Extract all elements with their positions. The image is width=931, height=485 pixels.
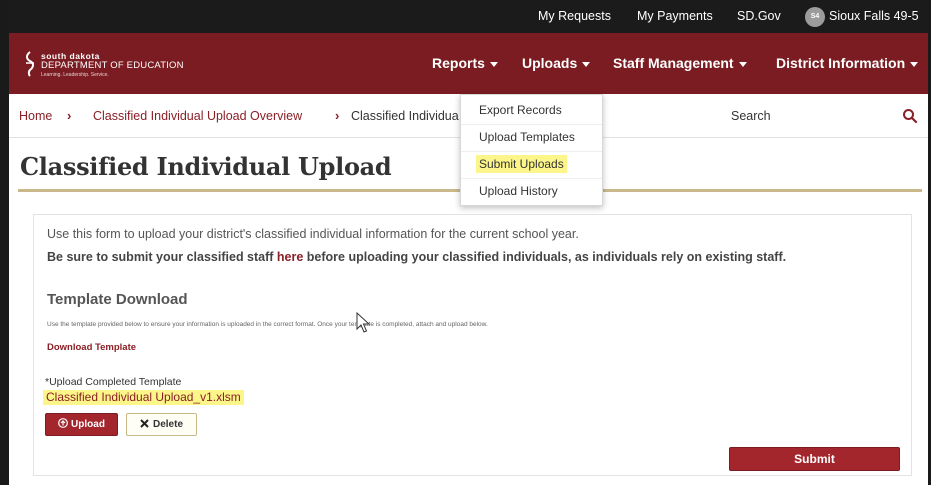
delete-button-label: Delete <box>152 419 183 430</box>
nav-district-information[interactable]: District Information <box>776 33 919 94</box>
close-icon <box>140 419 149 428</box>
delete-button[interactable]: Delete <box>126 413 197 436</box>
download-template-link[interactable]: Download Template <box>47 342 136 353</box>
staff-note: Be sure to submit your classified staff … <box>47 250 786 264</box>
sd-gov-link[interactable]: SD.Gov <box>737 0 781 33</box>
avatar: S4 <box>805 7 825 27</box>
menu-item-upload-history[interactable]: Upload History <box>461 178 602 204</box>
search-box <box>723 104 923 128</box>
upload-template-label: *Upload Completed Template <box>45 376 181 388</box>
nav-uploads[interactable]: Uploads <box>522 33 591 94</box>
upload-arrow-icon <box>58 418 68 428</box>
breadcrumb-separator-icon: › <box>335 108 340 123</box>
menu-item-export-records[interactable]: Export Records <box>461 97 602 123</box>
menu-item-label: Submit Uploads <box>476 155 567 173</box>
nav-reports-label: Reports <box>432 55 485 71</box>
menu-item-submit-uploads[interactable]: Submit Uploads <box>461 151 602 177</box>
nav-district-information-label: District Information <box>776 55 906 71</box>
site-header: south dakota DEPARTMENT OF EDUCATION Lea… <box>9 33 928 94</box>
my-requests-link[interactable]: My Requests <box>538 0 611 33</box>
nav-staff-management[interactable]: Staff Management <box>613 33 747 94</box>
selected-file-name[interactable]: Classified Individual Upload_v1.xlsm <box>43 390 244 405</box>
chevron-down-icon <box>738 61 747 67</box>
menu-item-upload-templates[interactable]: Upload Templates <box>461 124 602 150</box>
breadcrumb-overview[interactable]: Classified Individual Upload Overview <box>93 94 302 138</box>
staff-here-link[interactable]: here <box>277 250 303 264</box>
submit-button[interactable]: Submit <box>729 447 900 471</box>
chevron-down-icon <box>910 61 919 67</box>
nav-staff-management-label: Staff Management <box>613 55 734 71</box>
upload-form-card: Use this form to upload your district's … <box>33 214 912 476</box>
search-input[interactable] <box>723 104 893 128</box>
nav-uploads-label: Uploads <box>522 55 578 71</box>
nav-reports[interactable]: Reports <box>432 33 498 94</box>
utility-bar: My Requests My Payments SD.Gov S4 Sioux … <box>9 0 928 33</box>
search-icon[interactable] <box>901 107 919 125</box>
upload-button[interactable]: Upload <box>45 413 118 436</box>
mouse-cursor-icon <box>356 312 371 333</box>
staff-note-before: Be sure to submit your classified staff <box>47 250 277 264</box>
intro-text: Use this form to upload your district's … <box>47 227 579 241</box>
menu-item-label: Upload Templates <box>479 130 575 144</box>
logo-department-text: DEPARTMENT OF EDUCATION <box>41 60 184 71</box>
user-name: Sioux Falls 49-5 <box>829 9 919 23</box>
breadcrumb-home[interactable]: Home <box>19 94 52 138</box>
chevron-down-icon <box>489 61 498 67</box>
upload-button-label: Upload <box>71 419 105 430</box>
upload-template-label-text: Upload Completed Template <box>49 376 182 388</box>
breadcrumb-separator-icon: › <box>67 108 72 123</box>
window-frame-left <box>0 0 9 485</box>
uploads-dropdown-menu: Export Records Upload Templates Submit U… <box>460 94 603 206</box>
breadcrumb-current: Classified Individua <box>351 109 459 123</box>
my-payments-link[interactable]: My Payments <box>637 0 713 33</box>
template-instructions: Use the template provided below to ensur… <box>47 321 488 328</box>
logo-tagline: Learning. Leadership. Service. <box>41 72 109 78</box>
menu-item-label: Export Records <box>479 103 562 117</box>
page-title: Classified Individual Upload <box>20 152 392 181</box>
chevron-down-icon <box>582 61 591 67</box>
menu-item-label: Upload History <box>479 184 558 198</box>
staff-note-after: before uploading your classified individ… <box>303 250 787 264</box>
template-download-heading: Template Download <box>47 291 188 308</box>
logo-mark-icon <box>26 51 34 77</box>
